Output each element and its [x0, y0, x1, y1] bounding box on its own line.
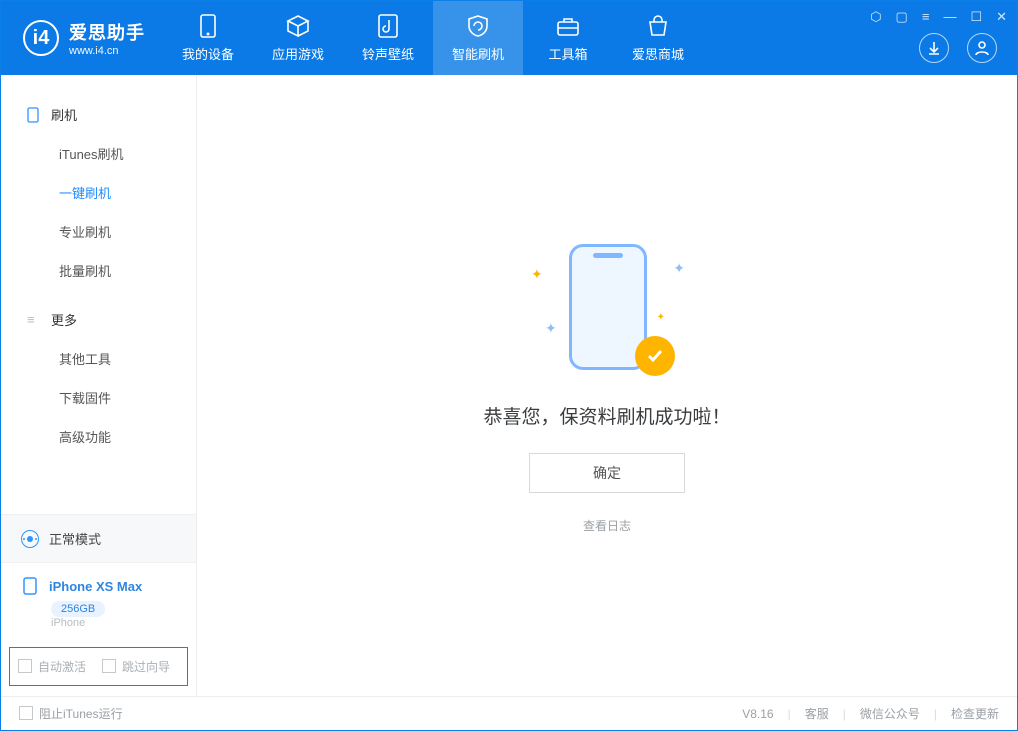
nav-label: 应用游戏 — [272, 44, 324, 63]
support-link[interactable]: 客服 — [805, 705, 829, 722]
toolbox-icon — [554, 14, 582, 38]
window-controls: ⬡ ▢ ≡ ― ☐ ✕ — [860, 1, 1017, 33]
app-url: www.i4.cn — [69, 45, 145, 57]
nav-apps[interactable]: 应用游戏 — [253, 1, 343, 75]
sidebar: 刷机 iTunes刷机 一键刷机 专业刷机 批量刷机 ≡ 更多 其他工具 下载固… — [1, 75, 197, 696]
user-button[interactable] — [967, 33, 997, 63]
sidebar-item-other-tools[interactable]: 其他工具 — [1, 339, 196, 378]
sparkle-icon: ✦ — [545, 320, 557, 337]
minimize-button[interactable]: ― — [943, 9, 956, 24]
device-small-icon — [27, 107, 41, 123]
phone-outline-icon — [21, 577, 39, 595]
flash-options-highlight: 自动激活 跳过向导 — [9, 647, 188, 686]
checkbox-icon[interactable] — [19, 706, 33, 720]
app-title: 爱思助手 — [69, 19, 145, 45]
sidebar-item-batch-flash[interactable]: 批量刷机 — [1, 251, 196, 290]
sidebar-item-download-firmware[interactable]: 下载固件 — [1, 378, 196, 417]
cube-icon — [284, 14, 312, 38]
list-icon: ≡ — [27, 312, 41, 327]
status-bar: 阻止iTunes运行 V8.16 | 客服 | 微信公众号 | 检查更新 — [1, 696, 1017, 730]
separator: | — [843, 707, 846, 721]
checkbox-icon[interactable] — [18, 659, 32, 673]
sidebar-group-flash: 刷机 — [1, 95, 196, 134]
device-mode: 正常模式 — [49, 529, 101, 548]
sidebar-item-advanced[interactable]: 高级功能 — [1, 417, 196, 456]
shirt-icon[interactable]: ⬡ — [870, 9, 881, 25]
device-name: iPhone XS Max — [49, 579, 142, 594]
logo-icon: i4 — [23, 20, 59, 56]
phone-icon — [194, 14, 222, 38]
mode-icon — [21, 530, 39, 548]
top-nav: 我的设备 应用游戏 铃声壁纸 智能刷机 工具箱 爱思商城 — [163, 1, 703, 75]
nav-label: 工具箱 — [548, 44, 587, 63]
separator: | — [934, 707, 937, 721]
success-message: 恭喜您，保资料刷机成功啦！ — [483, 402, 730, 429]
sidebar-item-oneclick-flash[interactable]: 一键刷机 — [1, 173, 196, 212]
nav-label: 爱思商城 — [632, 44, 684, 63]
bag-icon — [644, 14, 672, 38]
group-title: 更多 — [51, 310, 77, 329]
close-button[interactable]: ✕ — [996, 9, 1007, 25]
app-logo: i4 爱思助手 www.i4.cn — [1, 1, 163, 75]
checkbox-icon[interactable] — [102, 659, 116, 673]
nav-ringtones[interactable]: 铃声壁纸 — [343, 1, 433, 75]
device-row[interactable]: iPhone XS Max — [1, 562, 196, 599]
note-icon[interactable]: ▢ — [896, 9, 908, 25]
nav-flash[interactable]: 智能刷机 — [433, 1, 523, 75]
version-label: V8.16 — [742, 707, 773, 721]
sidebar-group-more: ≡ 更多 — [1, 300, 196, 339]
sparkle-icon: ✦ — [531, 266, 543, 283]
maximize-button[interactable]: ☐ — [970, 9, 982, 25]
view-log-link[interactable]: 查看日志 — [583, 517, 631, 534]
separator: | — [788, 707, 791, 721]
sparkle-icon: ✦ — [657, 312, 665, 323]
checkbox-auto-activate[interactable]: 自动激活 — [18, 658, 86, 675]
nav-my-device[interactable]: 我的设备 — [163, 1, 253, 75]
checkbox-skip-guide[interactable]: 跳过向导 — [102, 658, 170, 675]
sparkle-icon: ✦ — [673, 260, 685, 277]
update-link[interactable]: 检查更新 — [951, 705, 999, 722]
check-badge-icon — [635, 336, 675, 376]
download-button[interactable] — [919, 33, 949, 63]
menu-icon[interactable]: ≡ — [922, 9, 930, 24]
nav-label: 我的设备 — [182, 44, 234, 63]
device-mode-row[interactable]: 正常模式 — [1, 515, 196, 562]
nav-label: 智能刷机 — [452, 44, 504, 63]
device-capacity: 256GB — [51, 601, 105, 617]
sidebar-item-pro-flash[interactable]: 专业刷机 — [1, 212, 196, 251]
main-content: ✦ ✦ ✦ ✦ 恭喜您，保资料刷机成功啦！ 确定 查看日志 — [197, 75, 1017, 696]
music-file-icon — [374, 14, 402, 38]
device-os: iPhone — [51, 617, 196, 641]
nav-toolbox[interactable]: 工具箱 — [523, 1, 613, 75]
group-title: 刷机 — [51, 105, 77, 124]
shield-refresh-icon — [464, 14, 492, 38]
nav-label: 铃声壁纸 — [362, 44, 414, 63]
header-bar: i4 爱思助手 www.i4.cn 我的设备 应用游戏 铃声壁纸 智能刷机 — [1, 1, 1017, 75]
checkbox-block-itunes[interactable]: 阻止iTunes运行 — [19, 705, 123, 722]
ok-button[interactable]: 确定 — [529, 453, 685, 493]
success-illustration: ✦ ✦ ✦ ✦ — [527, 238, 687, 378]
wechat-link[interactable]: 微信公众号 — [860, 705, 920, 722]
sidebar-item-itunes-flash[interactable]: iTunes刷机 — [1, 134, 196, 173]
nav-store[interactable]: 爱思商城 — [613, 1, 703, 75]
